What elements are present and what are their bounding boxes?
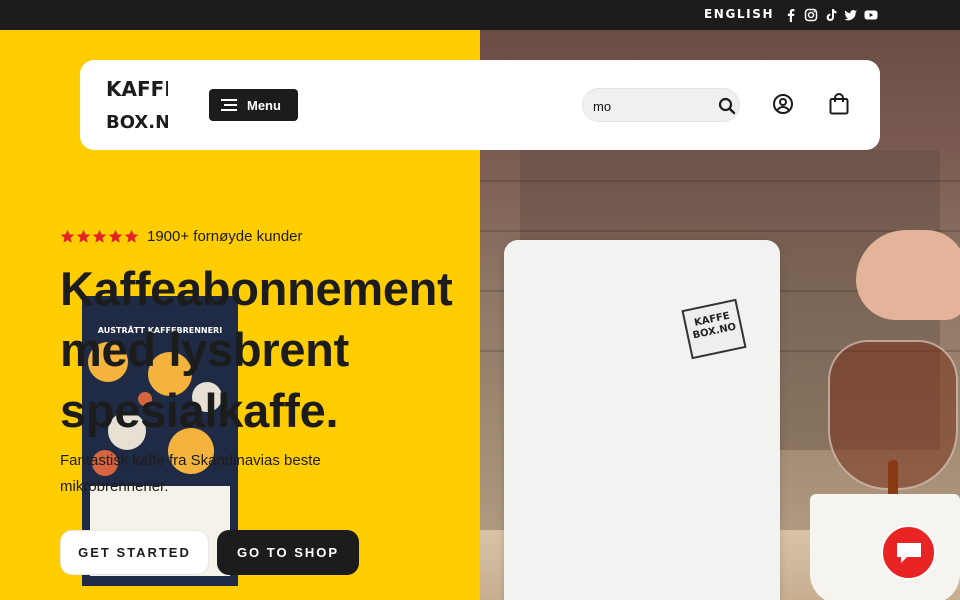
- wall-slat: [480, 180, 960, 182]
- search-input[interactable]: [593, 96, 703, 116]
- headline-line: spesialkaffe.: [60, 384, 339, 437]
- twitter-icon[interactable]: [844, 7, 858, 21]
- language-switch[interactable]: ENGLISH: [704, 7, 774, 21]
- logo-line-1: KAFFE: [106, 77, 168, 101]
- social-links: [784, 7, 878, 22]
- search-icon[interactable]: [717, 96, 737, 116]
- coffee-bag: [504, 240, 780, 600]
- star-icon: [108, 229, 123, 243]
- hand: [856, 230, 960, 320]
- hero-subtitle: Fantastisk kaffe fra Skandinavias beste …: [60, 452, 321, 495]
- instagram-icon[interactable]: [804, 7, 818, 22]
- headline-line: med lysbrent: [60, 323, 349, 376]
- tiktok-icon[interactable]: [824, 7, 838, 21]
- menu-label: Menu: [247, 97, 281, 113]
- logo-line-2: BOX.NO: [106, 112, 168, 133]
- get-started-button[interactable]: GET STARTED: [60, 530, 209, 575]
- facebook-icon[interactable]: [784, 7, 798, 22]
- search-bar: [582, 88, 740, 122]
- star-icon: [76, 229, 91, 243]
- star-icon: [92, 229, 107, 243]
- go-to-shop-button[interactable]: GO TO SHOP: [217, 530, 359, 575]
- top-bar: ENGLISH: [0, 0, 960, 30]
- hero-headline: Kaffeabonnement med lysbrent spesialkaff…: [60, 258, 480, 441]
- hamburger-icon: [221, 99, 237, 111]
- kaffebox-logo[interactable]: KAFFE BOX.NO: [106, 72, 185, 138]
- star-icon: [124, 229, 139, 243]
- youtube-icon[interactable]: [864, 7, 878, 21]
- site-header: KAFFE BOX.NO Menu: [80, 60, 880, 150]
- menu-button[interactable]: Menu: [209, 89, 298, 121]
- star-icon: [60, 229, 75, 243]
- cart-icon[interactable]: [828, 92, 850, 116]
- rating-text: 1900+ fornøyde kunder: [147, 228, 303, 245]
- account-icon[interactable]: [772, 93, 794, 115]
- wall-slat: [480, 230, 960, 232]
- customer-rating: 1900+ fornøyde kunder: [60, 228, 303, 245]
- rating-stars: [60, 229, 139, 244]
- headline-line: Kaffeabonnement: [60, 262, 453, 315]
- chat-bubble-icon: [896, 542, 921, 563]
- chat-button[interactable]: [881, 525, 936, 580]
